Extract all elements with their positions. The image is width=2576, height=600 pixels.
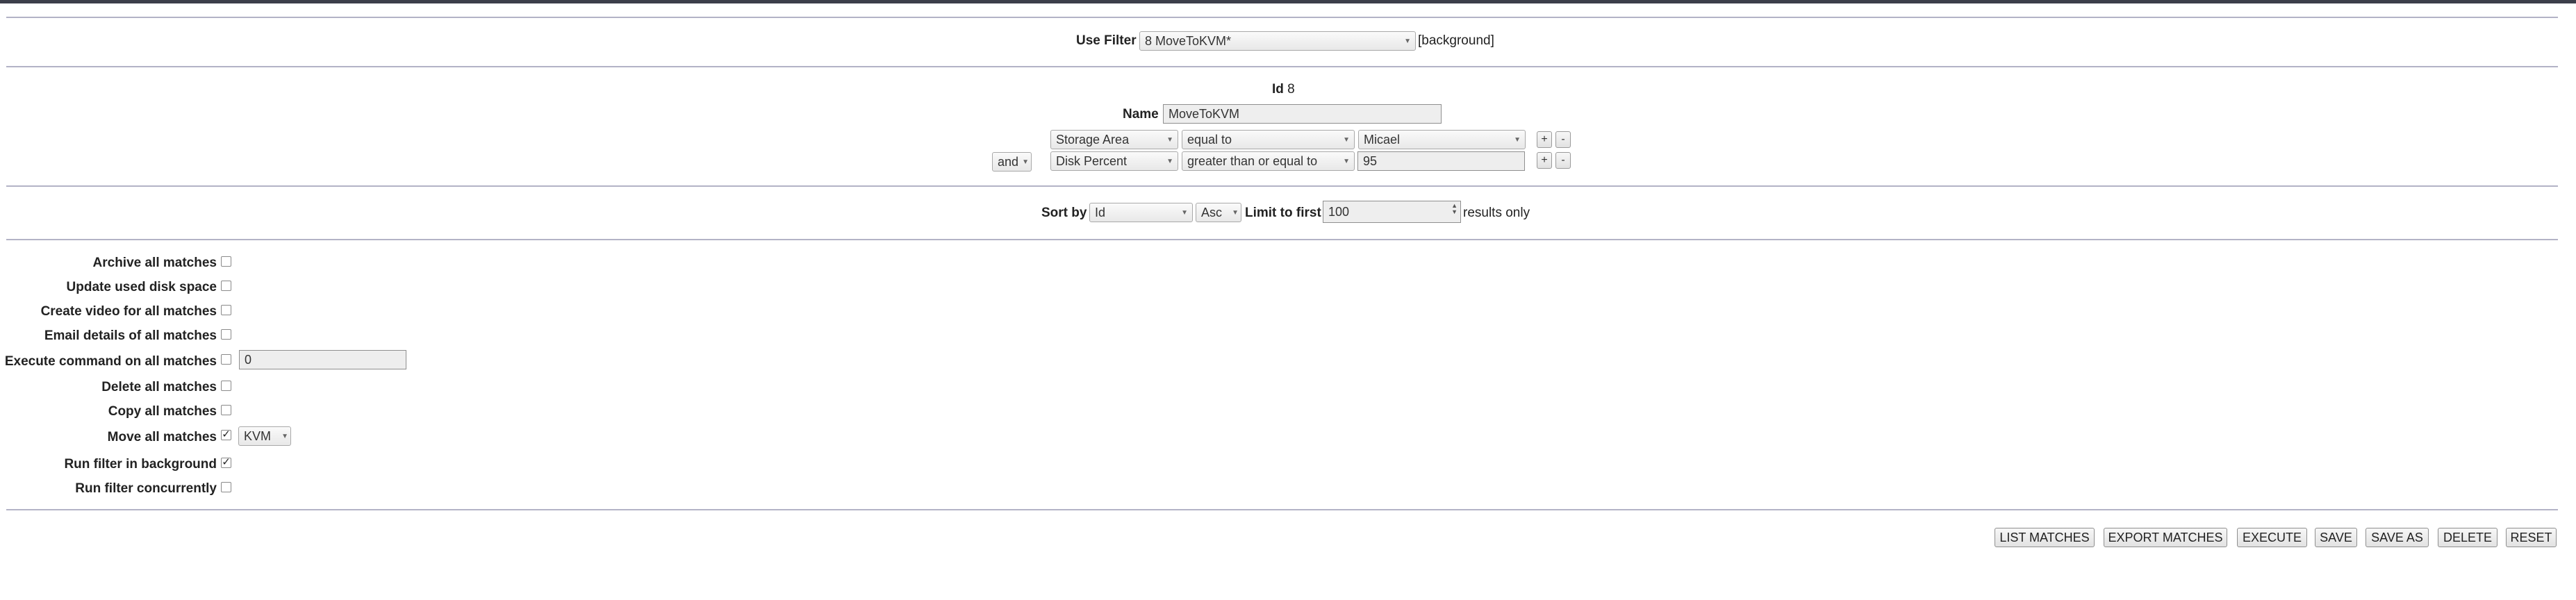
concurrent-label: Run filter concurrently bbox=[75, 481, 217, 496]
checkmark-icon: ✓ bbox=[222, 428, 231, 440]
divider bbox=[6, 185, 2558, 187]
filter-id: Id 8 bbox=[1272, 82, 1295, 97]
add-term-button[interactable]: + bbox=[1537, 131, 1552, 148]
move-checkbox[interactable]: ✓ bbox=[221, 428, 231, 440]
delete-button[interactable]: DELETE bbox=[2438, 528, 2497, 547]
email-checkbox[interactable] bbox=[221, 329, 231, 340]
term-conjunction-select[interactable]: and ▼ bbox=[992, 152, 1032, 172]
export-matches-button[interactable]: EXPORT MATCHES bbox=[2104, 528, 2227, 547]
term-value-select[interactable]: Micael ▼ bbox=[1358, 130, 1526, 149]
limit-suffix: results only bbox=[1463, 206, 1530, 220]
divider bbox=[6, 66, 2558, 67]
chevron-down-icon: ▼ bbox=[1343, 136, 1350, 144]
chevron-down-icon: ▼ bbox=[1181, 209, 1188, 217]
update-disk-label: Update used disk space bbox=[66, 280, 217, 294]
update-disk-checkbox[interactable] bbox=[221, 281, 231, 291]
background-checkbox[interactable]: ✓ bbox=[221, 456, 231, 468]
move-label: Move all matches bbox=[107, 430, 217, 444]
execute-command-input[interactable]: 0 bbox=[239, 350, 406, 369]
remove-term-button[interactable]: - bbox=[1555, 152, 1571, 169]
archive-checkbox[interactable] bbox=[221, 256, 231, 267]
background-label: Run filter in background bbox=[64, 457, 217, 472]
execute-button[interactable]: EXECUTE bbox=[2237, 528, 2307, 547]
sort-order-select[interactable]: Asc ▼ bbox=[1196, 203, 1241, 222]
copy-label: Copy all matches bbox=[108, 404, 217, 419]
create-video-label: Create video for all matches bbox=[40, 304, 217, 319]
list-matches-button[interactable]: LIST MATCHES bbox=[1995, 528, 2095, 547]
chevron-down-icon: ▼ bbox=[1022, 158, 1029, 166]
chevron-down-icon: ▼ bbox=[1343, 158, 1350, 165]
move-target-select[interactable]: KVM ▼ bbox=[238, 426, 291, 446]
save-as-button[interactable]: SAVE AS bbox=[2366, 528, 2429, 547]
sort-field-select[interactable]: Id ▼ bbox=[1089, 203, 1193, 222]
spinner-arrows-icon[interactable]: ▲ ▼ bbox=[1451, 203, 1458, 215]
chevron-down-icon: ▼ bbox=[281, 433, 288, 440]
divider bbox=[6, 239, 2558, 240]
chevron-down-icon: ▼ bbox=[1232, 209, 1239, 217]
execute-command-label: Execute command on all matches bbox=[4, 354, 217, 369]
archive-label: Archive all matches bbox=[92, 256, 217, 270]
limit-label: Limit to first bbox=[1245, 206, 1321, 220]
term-attribute-select[interactable]: Storage Area ▼ bbox=[1050, 130, 1178, 149]
chevron-down-icon: ▼ bbox=[1514, 136, 1521, 144]
copy-checkbox[interactable] bbox=[221, 405, 231, 415]
remove-term-button[interactable]: - bbox=[1555, 131, 1571, 148]
concurrent-checkbox[interactable] bbox=[221, 482, 231, 492]
term-operator-select[interactable]: greater than or equal to ▼ bbox=[1182, 151, 1355, 171]
filter-select[interactable]: 8 MoveToKVM* ▼ bbox=[1139, 31, 1416, 51]
chevron-down-icon: ▼ bbox=[1166, 158, 1173, 165]
term-value-input[interactable]: 95 bbox=[1357, 151, 1525, 171]
background-tag: [background] bbox=[1418, 33, 1494, 48]
chevron-down-icon: ▼ bbox=[1404, 38, 1411, 45]
checkmark-icon: ✓ bbox=[222, 456, 231, 468]
use-filter-label: Use Filter bbox=[1076, 33, 1137, 48]
save-button[interactable]: SAVE bbox=[2315, 528, 2357, 547]
divider bbox=[6, 17, 2558, 18]
create-video-checkbox[interactable] bbox=[221, 305, 231, 315]
delete-checkbox[interactable] bbox=[221, 381, 231, 391]
limit-input[interactable]: 100 ▲ ▼ bbox=[1323, 201, 1461, 223]
top-bar bbox=[0, 0, 2576, 3]
sort-by-label: Sort by bbox=[1041, 206, 1087, 220]
execute-command-checkbox[interactable] bbox=[221, 354, 231, 365]
reset-button[interactable]: RESET bbox=[2506, 528, 2557, 547]
divider bbox=[6, 509, 2558, 510]
delete-label: Delete all matches bbox=[101, 380, 217, 394]
name-label: Name bbox=[1123, 107, 1159, 122]
name-input[interactable]: MoveToKVM bbox=[1163, 104, 1442, 124]
email-label: Email details of all matches bbox=[44, 328, 217, 343]
term-operator-select[interactable]: equal to ▼ bbox=[1182, 130, 1355, 149]
chevron-down-icon: ▼ bbox=[1166, 136, 1173, 144]
term-attribute-select[interactable]: Disk Percent ▼ bbox=[1050, 151, 1178, 171]
add-term-button[interactable]: + bbox=[1537, 152, 1552, 169]
